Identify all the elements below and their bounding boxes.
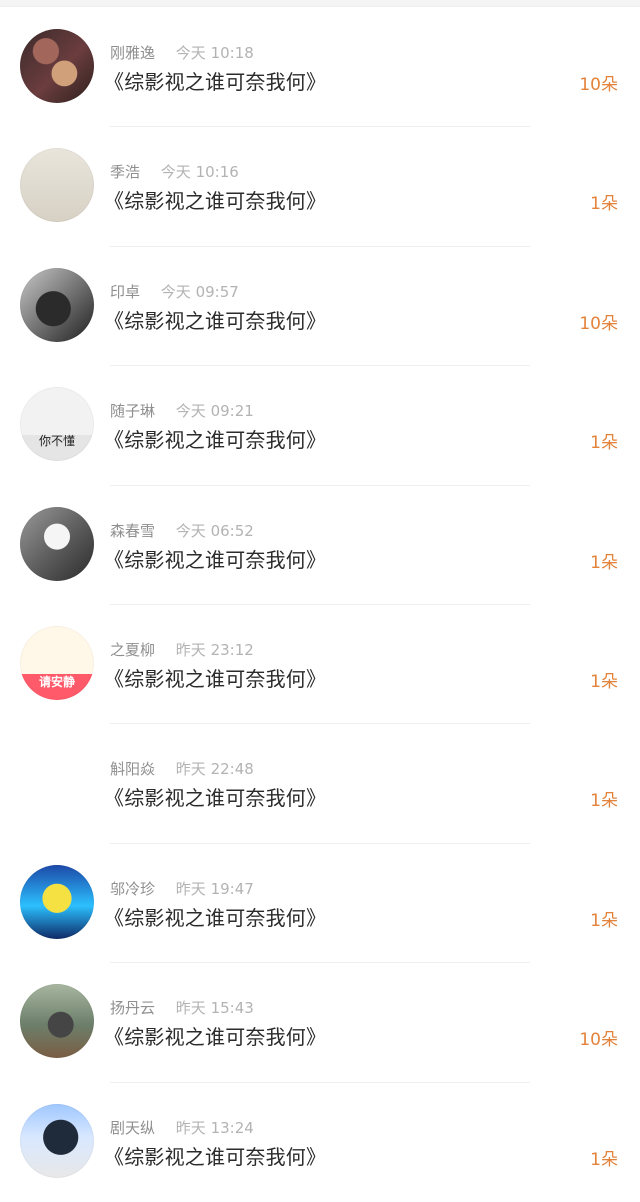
timestamp: 昨天 19:47 [175,879,254,898]
timestamp: 今天 10:16 [160,163,239,182]
gift-record-list: 刚雅逸 今天 10:18 《综影视之谁可奈我何》 10朵 季浩 今天 10:16… [0,8,640,1202]
meta: 刚雅逸 今天 10:18 [110,42,254,63]
avatar[interactable] [20,148,94,223]
meta: 斛阳焱 昨天 22:48 [110,758,254,779]
avatar[interactable] [20,984,94,1059]
avatar[interactable] [20,864,94,939]
avatar[interactable] [20,1103,94,1178]
list-item[interactable]: 印卓 今天 09:57 《综影视之谁可奈我何》 10朵 [0,247,640,367]
user-name[interactable]: 随子琳 [110,402,155,420]
timestamp: 今天 09:57 [160,282,239,301]
meta: 邬冷珍 昨天 19:47 [110,878,254,899]
avatar[interactable] [20,506,94,581]
timestamp: 昨天 23:12 [175,640,254,659]
gift-count: 1朵 [590,910,618,931]
user-name[interactable]: 斛阳焱 [110,760,155,778]
meta: 之夏柳 昨天 23:12 [110,639,254,660]
book-title[interactable]: 《综影视之谁可奈我何》 [104,782,326,811]
gift-count: 1朵 [590,671,618,692]
book-title[interactable]: 《综影视之谁可奈我何》 [104,544,326,573]
avatar-caption: 你不懂 [38,434,75,449]
gift-count: 1朵 [590,552,618,573]
timestamp: 昨天 22:48 [175,760,254,779]
list-item[interactable]: 季浩 今天 10:16 《综影视之谁可奈我何》 1朵 [0,127,640,248]
list-item[interactable]: 森春雪 今天 06:52 《综影视之谁可奈我何》 1朵 [0,486,640,606]
user-name[interactable]: 刚雅逸 [110,44,155,62]
meta: 季浩 今天 10:16 [110,161,239,182]
gift-list-page: 刚雅逸 今天 10:18 《综影视之谁可奈我何》 10朵 季浩 今天 10:16… [0,0,640,1202]
book-title[interactable]: 《综影视之谁可奈我何》 [104,902,326,931]
list-item[interactable]: 扬丹云 昨天 15:43 《综影视之谁可奈我何》 10朵 [0,963,640,1083]
user-name[interactable]: 之夏柳 [110,641,155,659]
gift-count: 1朵 [590,791,618,812]
book-title[interactable]: 《综影视之谁可奈我何》 [104,185,326,214]
meta: 剧天纵 昨天 13:24 [110,1117,254,1138]
avatar[interactable] [20,29,94,103]
book-title[interactable]: 《综影视之谁可奈我何》 [104,1021,326,1050]
avatar[interactable]: 你不懂 [20,387,94,462]
gift-count: 1朵 [590,1149,618,1170]
avatar[interactable]: 请安静 [20,625,94,700]
book-title[interactable]: 《综影视之谁可奈我何》 [104,305,326,334]
meta: 随子琳 今天 09:21 [110,400,254,421]
list-item[interactable]: 请安静 之夏柳 昨天 23:12 《综影视之谁可奈我何》 1朵 [0,605,640,725]
timestamp: 今天 06:52 [175,521,254,540]
timestamp: 今天 09:21 [175,402,254,421]
avatar-empty [20,745,94,819]
gift-count: 10朵 [579,1030,618,1051]
list-item[interactable]: 刚雅逸 今天 10:18 《综影视之谁可奈我何》 10朵 [0,8,640,128]
user-name[interactable]: 森春雪 [110,522,155,540]
book-title[interactable]: 《综影视之谁可奈我何》 [104,1141,326,1170]
meta: 印卓 今天 09:57 [110,281,239,302]
meta: 森春雪 今天 06:52 [110,520,254,541]
list-item[interactable]: 你不懂 随子琳 今天 09:21 《综影视之谁可奈我何》 1朵 [0,366,640,486]
timestamp: 昨天 15:43 [175,999,254,1018]
gift-count: 1朵 [590,433,618,454]
gift-count: 10朵 [579,313,618,334]
user-name[interactable]: 扬丹云 [110,999,155,1017]
user-name[interactable]: 邬冷珍 [110,880,155,898]
list-item[interactable]: 邬冷珍 昨天 19:47 《综影视之谁可奈我何》 1朵 [0,844,640,964]
gift-count: 1朵 [590,194,618,215]
meta: 扬丹云 昨天 15:43 [110,997,254,1018]
user-name[interactable]: 季浩 [110,163,140,181]
list-item[interactable]: 斛阳焱 昨天 22:48 《综影视之谁可奈我何》 1朵 [0,724,640,845]
book-title[interactable]: 《综影视之谁可奈我何》 [104,66,326,95]
avatar-caption: 请安静 [38,674,75,689]
user-name[interactable]: 印卓 [110,283,140,301]
timestamp: 昨天 13:24 [175,1118,254,1137]
timestamp: 今天 10:18 [175,44,254,62]
book-title[interactable]: 《综影视之谁可奈我何》 [104,663,326,692]
gift-count: 10朵 [579,75,618,95]
top-strip [0,0,640,7]
avatar[interactable] [20,267,94,342]
list-item[interactable]: 剧天纵 昨天 13:24 《综影视之谁可奈我何》 1朵 [0,1083,640,1202]
book-title[interactable]: 《综影视之谁可奈我何》 [104,424,326,453]
user-name[interactable]: 剧天纵 [110,1119,155,1137]
